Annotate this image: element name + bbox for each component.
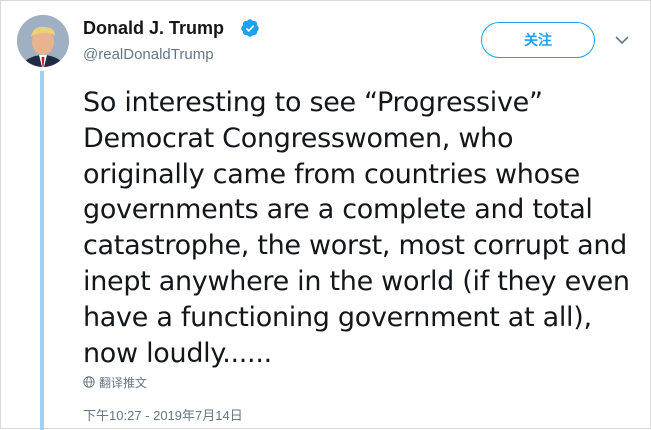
translate-tweet-link[interactable]: 翻译推文 [83,373,147,391]
verified-badge-icon [241,19,259,37]
tweet-text-line: Democrat Congresswomen, who [83,122,514,154]
tweet-text: So interesting to see “Progressive” Demo… [83,85,643,371]
follow-button[interactable]: 关注 [481,22,595,58]
tweet-text-line: inept anywhere in the world (if they eve… [83,265,630,297]
tweet-text-line: catastrophe, the worst, most corrupt and [83,230,628,262]
avatar[interactable] [17,15,69,67]
tweet-text-line: now loudly...... [83,337,272,369]
tweet-timestamp[interactable]: 下午10:27 - 2019年7月14日 [83,405,243,424]
tweet-text-line: So interesting to see “Progressive” [83,87,543,118]
user-handle[interactable]: @realDonaldTrump [83,46,214,63]
tweet-text-line: governments are a complete and total [83,194,593,226]
display-name[interactable]: Donald J. Trump [83,18,224,39]
translate-tweet-label: 翻译推文 [99,375,148,390]
thread-connector-line [40,71,44,430]
tweet-text-line: have a functioning government at all), [83,301,592,333]
chevron-down-icon[interactable] [614,32,630,48]
tweet-text-line: originally came from countries whose [83,158,580,190]
tweet-card: Donald J. Trump @realDonaldTrump 关注 So i… [0,0,651,430]
globe-icon [83,376,95,388]
